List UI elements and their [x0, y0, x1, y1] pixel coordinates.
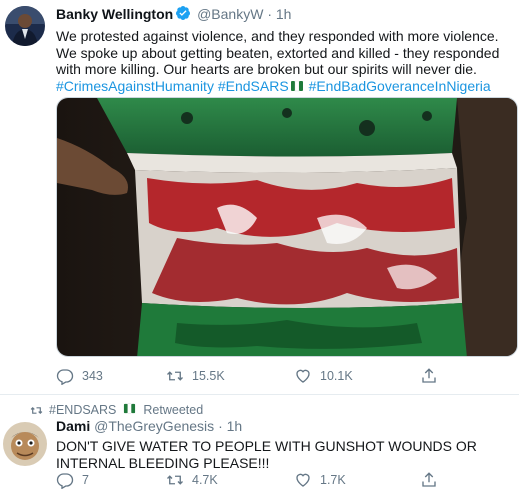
reply-button[interactable]: 7 [56, 471, 89, 489]
tweet-actions: 343 15.5K 10.1K [56, 367, 456, 387]
like-icon [296, 369, 310, 383]
verified-badge-icon [175, 5, 191, 25]
share-icon [422, 368, 436, 383]
like-count: 1.7K [320, 473, 346, 487]
tweet[interactable]: Banky Wellington @BankyW · 1h We protest… [0, 0, 519, 395]
handle[interactable]: @TheGreyGenesis [94, 418, 214, 434]
timestamp[interactable]: 1h [276, 6, 292, 22]
like-icon [296, 473, 310, 487]
retweet-button[interactable]: 4.7K [166, 471, 218, 489]
like-count: 10.1K [320, 369, 353, 383]
retweeted-label: Retweeted [143, 403, 204, 417]
retweet-source[interactable]: #ENDSARS [49, 403, 116, 417]
avatar[interactable] [5, 6, 45, 46]
hashtag-link[interactable]: #CrimesAgainstHumanity [56, 78, 214, 94]
share-button[interactable] [420, 367, 438, 385]
hashtag-link[interactable]: #EndSARS [218, 78, 289, 94]
like-button[interactable]: 1.7K [294, 471, 346, 489]
hashtag-link[interactable]: #EndBadGoveranceInNigeria [309, 78, 491, 94]
flag-emoji-icon [290, 79, 304, 97]
tweet-header: Dami @TheGreyGenesis · 1h [56, 417, 511, 435]
reply-count: 7 [82, 473, 89, 487]
timestamp[interactable]: 1h [227, 418, 243, 434]
tweet[interactable]: #ENDSARS Retweeted Dami @TheGreyGenesis … [0, 395, 519, 501]
avatar-photo [3, 422, 47, 466]
retweet-icon [167, 371, 183, 381]
retweeted-banner: #ENDSARS Retweeted [30, 402, 203, 418]
bloodied-flag-image [57, 98, 517, 356]
tweet-media-photo[interactable] [56, 97, 518, 357]
separator: · [267, 6, 272, 22]
tweet-body: Banky Wellington @BankyW · 1h We protest… [56, 5, 511, 96]
tweet-text-body: We protested against violence, and they … [56, 28, 500, 78]
tweet-actions: 7 4.7K 1.7K [56, 471, 456, 491]
reply-icon [56, 369, 74, 385]
tweet-body: Dami @TheGreyGenesis · 1h DON'T GIVE WAT… [56, 417, 511, 471]
like-button[interactable]: 10.1K [294, 367, 353, 385]
reply-button[interactable]: 343 [56, 367, 103, 385]
handle[interactable]: @BankyW [197, 6, 263, 22]
avatar[interactable] [3, 422, 47, 466]
reply-icon [56, 473, 74, 489]
retweet-icon [167, 475, 183, 485]
tweet-text: We protested against violence, and they … [56, 28, 511, 96]
retweet-button[interactable]: 15.5K [166, 367, 225, 385]
retweet-count: 4.7K [192, 473, 218, 487]
reply-count: 343 [82, 369, 103, 383]
share-icon [422, 472, 436, 487]
retweeted-icon [30, 406, 43, 414]
separator: · [218, 418, 223, 434]
tweet-text: DON'T GIVE WATER TO PEOPLE WITH GUNSHOT … [56, 438, 477, 471]
tweet-header: Banky Wellington @BankyW · 1h [56, 5, 511, 25]
retweet-count: 15.5K [192, 369, 225, 383]
display-name[interactable]: Dami [56, 418, 90, 434]
avatar-photo [5, 6, 45, 46]
display-name[interactable]: Banky Wellington [56, 6, 173, 22]
flag-emoji-icon [123, 402, 136, 418]
share-button[interactable] [420, 471, 438, 489]
